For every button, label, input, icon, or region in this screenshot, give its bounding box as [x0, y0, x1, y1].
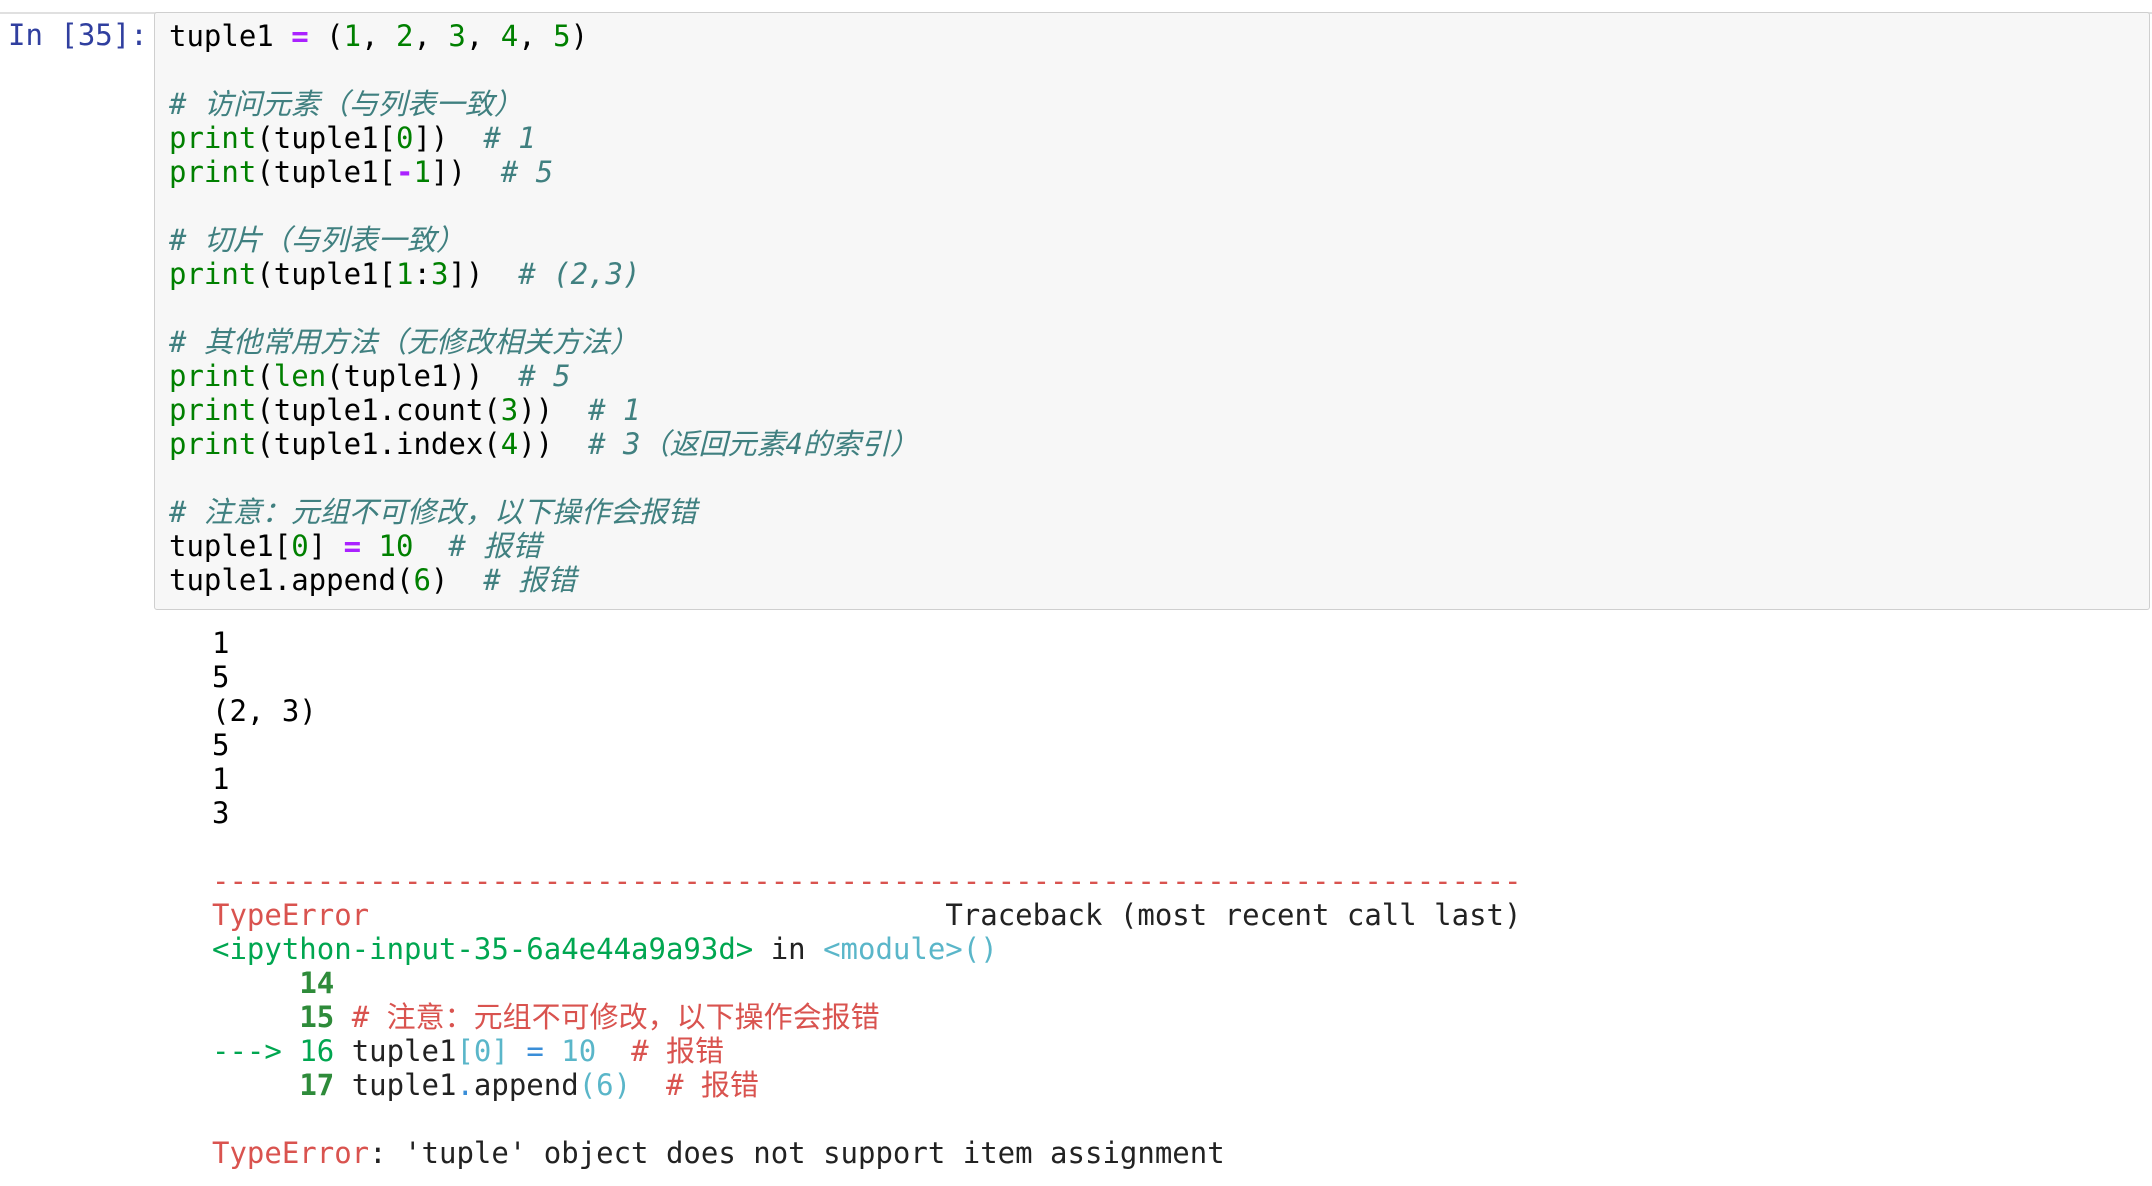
code-line-7: # 切片（与列表一致）	[169, 223, 465, 257]
input-ref: <ipython-input-35-6a4e44a9a93d>	[212, 932, 754, 966]
code-line-13: print(tuple1.index(4)) # 3（返回元素4的索引）	[169, 427, 919, 461]
traceback-location: <ipython-input-35-6a4e44a9a93d> in <modu…	[212, 932, 998, 966]
final-error-message: : 'tuple' object does not support item a…	[369, 1136, 1225, 1170]
traceback-line: 17 tuple1.append(6) # 报错	[299, 1068, 759, 1102]
traceback-header-line: TypeError Traceback (most recent call la…	[212, 898, 1521, 932]
in-word: in	[753, 932, 824, 966]
stdout-line: 1	[212, 762, 230, 796]
code-line-10: # 其他常用方法（无修改相关方法）	[169, 325, 639, 359]
code-line-17: tuple1.append(6) # 报错	[169, 563, 577, 597]
traceback-title: Traceback (most recent call last)	[945, 898, 1522, 932]
final-error-type: TypeError	[212, 1136, 370, 1170]
code-line-3: # 访问元素（与列表一致）	[169, 87, 523, 121]
code-line-15: # 注意：元组不可修改，以下操作会报错	[169, 495, 697, 529]
code-line-1: tuple1 = (1, 2, 3, 4, 5)	[169, 19, 589, 53]
code-line-12: print(tuple1.count(3)) # 1	[169, 393, 641, 427]
code-cell-input[interactable]: tuple1 = (1, 2, 3, 4, 5) # 访问元素（与列表一致） p…	[154, 12, 2150, 610]
traceback-line-current: ---> 16 tuple1[0] = 10 # 报错	[212, 1034, 725, 1068]
traceback-line: 14	[299, 966, 335, 1000]
code-line-8: print(tuple1[1:3]) # (2,3)	[169, 257, 641, 291]
stdout-line: 5	[212, 728, 230, 762]
cell-output: 1 5 (2, 3) 5 1 3 -----------------------…	[212, 626, 1521, 1170]
code-line-11: print(len(tuple1)) # 5	[169, 359, 571, 393]
module-ref: <module>()	[823, 932, 998, 966]
stdout-line: 5	[212, 660, 230, 694]
traceback-separator: ----------------------------------------…	[212, 864, 1522, 898]
stdout-line: 1	[212, 626, 230, 660]
stdout-line: (2, 3)	[212, 694, 317, 728]
code-editor[interactable]: tuple1 = (1, 2, 3, 4, 5) # 访问元素（与列表一致） p…	[169, 19, 919, 597]
code-line-5: print(tuple1[-1]) # 5	[169, 155, 554, 189]
input-prompt: In [35]:	[8, 18, 148, 52]
error-type: TypeError	[212, 898, 370, 932]
traceback-line: 15 # 注意：元组不可修改，以下操作会报错	[299, 1000, 880, 1034]
stdout-line: 3	[212, 796, 230, 830]
code-line-4: print(tuple1[0]) # 1	[169, 121, 536, 155]
error-message-line: TypeError: 'tuple' object does not suppo…	[212, 1136, 1225, 1170]
code-line-16: tuple1[0] = 10 # 报错	[169, 529, 542, 563]
